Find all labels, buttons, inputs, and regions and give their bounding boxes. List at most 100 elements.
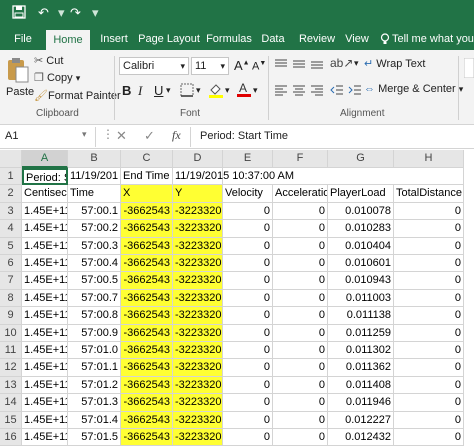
- row-header-2[interactable]: 2: [0, 185, 22, 203]
- cell-h13[interactable]: 0: [394, 376, 464, 395]
- row-header-13[interactable]: 13: [0, 376, 22, 395]
- format-painter-button[interactable]: 🖌Format Painter: [34, 89, 121, 102]
- cell-a5[interactable]: 1.45E+11: [22, 237, 68, 255]
- cell-g5[interactable]: 0.010404: [328, 237, 394, 255]
- row-header-14[interactable]: 14: [0, 394, 22, 412]
- decrease-indent-icon[interactable]: [330, 84, 344, 99]
- tab-file[interactable]: File: [8, 28, 38, 50]
- cell-g16[interactable]: 0.012432: [328, 429, 394, 446]
- cell-h4[interactable]: 0: [394, 220, 464, 238]
- row-header-12[interactable]: 12: [0, 359, 22, 377]
- cell-g12[interactable]: 0.011362: [328, 359, 394, 377]
- chevron-down-icon[interactable]: ▾: [82, 129, 87, 140]
- cell-c16[interactable]: -3662543: [121, 429, 173, 446]
- cell-h6[interactable]: 0: [394, 255, 464, 273]
- cell-c11[interactable]: -3662543: [121, 342, 173, 360]
- cell-c12[interactable]: -3662543: [121, 359, 173, 377]
- cell-g13[interactable]: 0.011408: [328, 376, 394, 395]
- column-header-g[interactable]: G: [328, 150, 394, 168]
- cell-d6[interactable]: -3223320: [173, 255, 223, 273]
- lightbulb-icon[interactable]: [378, 28, 392, 50]
- cell-b16[interactable]: 57:01.5: [68, 429, 121, 446]
- cell-f6[interactable]: 0: [273, 255, 328, 273]
- cell-c2[interactable]: X: [121, 185, 173, 203]
- cell-c14[interactable]: -3662543: [121, 394, 173, 412]
- cell-f11[interactable]: 0: [273, 342, 328, 360]
- undo-dropdown-icon[interactable]: ▾: [58, 5, 65, 21]
- cell-d8[interactable]: -3223320: [173, 289, 223, 308]
- cell-a14[interactable]: 1.45E+11: [22, 394, 68, 412]
- row-header-10[interactable]: 10: [0, 324, 22, 342]
- insert-function-icon[interactable]: fx: [172, 128, 181, 143]
- cell-b1[interactable]: 11/19/201: [68, 168, 121, 186]
- cell-h11[interactable]: 0: [394, 342, 464, 360]
- row-header-9[interactable]: 9: [0, 307, 22, 325]
- cell-h2[interactable]: TotalDistance: [394, 185, 464, 203]
- orientation-icon[interactable]: ab↗: [330, 56, 353, 70]
- align-top-icon[interactable]: [274, 58, 288, 73]
- cell-f10[interactable]: 0: [273, 324, 328, 342]
- cell-f3[interactable]: 0: [273, 202, 328, 221]
- cut-button[interactable]: ✂ Cut: [34, 54, 63, 67]
- cell-c5[interactable]: -3662543: [121, 237, 173, 255]
- cell-d2[interactable]: Y: [173, 185, 223, 203]
- select-all-corner[interactable]: [0, 150, 22, 168]
- cell-b5[interactable]: 57:00.3: [68, 237, 121, 255]
- align-right-icon[interactable]: [310, 84, 324, 99]
- cell-h5[interactable]: 0: [394, 237, 464, 255]
- tab-data[interactable]: Data: [258, 28, 288, 50]
- cell-c1[interactable]: End Time: [121, 168, 173, 186]
- cell-e2[interactable]: Velocity: [223, 185, 273, 203]
- cell-b13[interactable]: 57:01.2: [68, 376, 121, 395]
- cell-f5[interactable]: 0: [273, 237, 328, 255]
- cell-a3[interactable]: 1.45E+11: [22, 202, 68, 221]
- cell-e4[interactable]: 0: [223, 220, 273, 238]
- cell-f12[interactable]: 0: [273, 359, 328, 377]
- cell-g10[interactable]: 0.011259: [328, 324, 394, 342]
- underline-button[interactable]: U: [154, 83, 163, 98]
- cell-g9[interactable]: 0.011138: [328, 307, 394, 325]
- cell-e12[interactable]: 0: [223, 359, 273, 377]
- cell-g15[interactable]: 0.012227: [328, 411, 394, 429]
- align-center-icon[interactable]: [292, 84, 306, 99]
- cell-b4[interactable]: 57:00.2: [68, 220, 121, 238]
- cell-a9[interactable]: 1.45E+11: [22, 307, 68, 325]
- tab-review[interactable]: Review: [296, 28, 338, 50]
- cell-d9[interactable]: -3223320: [173, 307, 223, 325]
- row-header-11[interactable]: 11: [0, 342, 22, 360]
- cell-h1[interactable]: [394, 168, 464, 186]
- cell-d13[interactable]: -3223320: [173, 376, 223, 395]
- row-header-8[interactable]: 8: [0, 289, 22, 308]
- cell-c10[interactable]: -3662543: [121, 324, 173, 342]
- tab-view[interactable]: View: [342, 28, 372, 50]
- font-name-select[interactable]: Calibri ▾: [119, 57, 189, 75]
- column-header-e[interactable]: E: [223, 150, 273, 168]
- cell-b7[interactable]: 57:00.5: [68, 272, 121, 290]
- chevron-down-icon[interactable]: ▾: [225, 85, 230, 96]
- borders-icon[interactable]: [180, 83, 194, 100]
- cell-d7[interactable]: -3223320: [173, 272, 223, 290]
- chevron-down-icon[interactable]: ▾: [354, 58, 359, 69]
- cell-a8[interactable]: 1.45E+11: [22, 289, 68, 308]
- fill-color-icon[interactable]: [208, 82, 224, 101]
- cell-e9[interactable]: 0: [223, 307, 273, 325]
- increase-font-icon[interactable]: A▲: [234, 58, 250, 73]
- cell-f9[interactable]: 0: [273, 307, 328, 325]
- merge-center-button[interactable]: ⇔ Merge & Center ▾: [364, 83, 463, 95]
- cell-g4[interactable]: 0.010283: [328, 220, 394, 238]
- tab-insert[interactable]: Insert: [94, 28, 134, 50]
- cell-b14[interactable]: 57:01.3: [68, 394, 121, 412]
- cell-e7[interactable]: 0: [223, 272, 273, 290]
- cell-c7[interactable]: -3662543: [121, 272, 173, 290]
- customize-qat-icon[interactable]: ▾: [92, 5, 99, 21]
- redo-icon[interactable]: ↷: [70, 5, 81, 21]
- cell-g7[interactable]: 0.010943: [328, 272, 394, 290]
- paste-icon[interactable]: [6, 56, 30, 87]
- cell-g1[interactable]: [328, 168, 394, 186]
- cell-d14[interactable]: -3223320: [173, 394, 223, 412]
- cell-h15[interactable]: 0: [394, 411, 464, 429]
- cell-a4[interactable]: 1.45E+11: [22, 220, 68, 238]
- cell-f16[interactable]: 0: [273, 429, 328, 446]
- cell-d5[interactable]: -3223320: [173, 237, 223, 255]
- cell-f13[interactable]: 0: [273, 376, 328, 395]
